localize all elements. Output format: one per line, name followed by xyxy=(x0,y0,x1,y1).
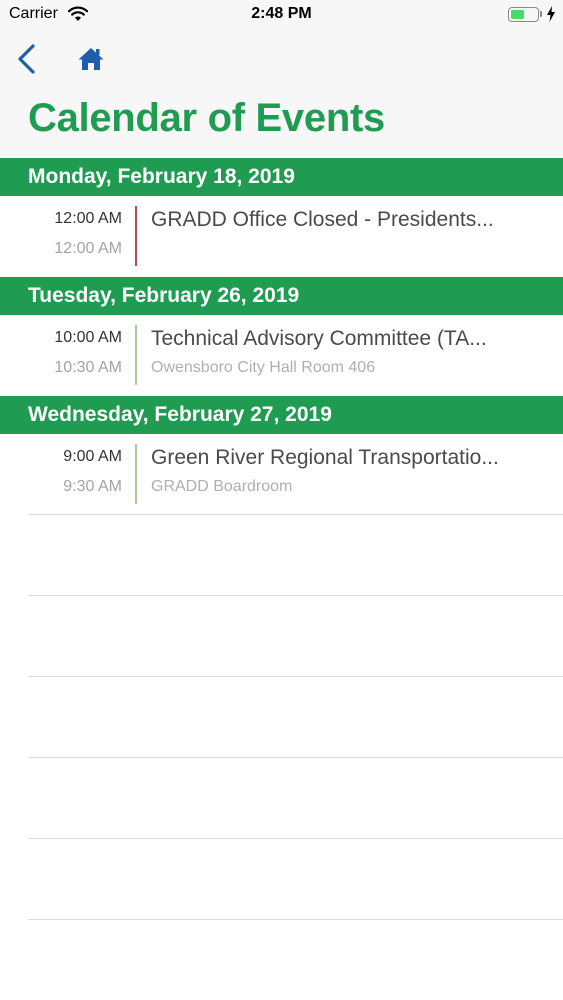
home-icon xyxy=(78,48,104,70)
event-end-time: 12:00 AM xyxy=(54,240,122,257)
event-title: Technical Advisory Committee (TA... xyxy=(151,327,487,350)
navigation-bar: Calendar of Events xyxy=(0,30,563,157)
battery-cap xyxy=(540,11,542,17)
page-title: Calendar of Events xyxy=(28,96,385,140)
event-row[interactable]: 9:00 AM 9:30 AM Green River Regional Tra… xyxy=(0,434,563,515)
event-end-time: 9:30 AM xyxy=(63,478,122,495)
battery-icon xyxy=(508,7,539,22)
event-end-time: 10:30 AM xyxy=(54,359,122,376)
battery-level-fill xyxy=(511,10,524,19)
event-start-time: 10:00 AM xyxy=(54,329,122,346)
date-section-header: Wednesday, February 27, 2019 xyxy=(0,396,563,434)
event-start-time: 9:00 AM xyxy=(63,448,122,465)
status-bar: Carrier 2:48 PM xyxy=(0,0,563,30)
chevron-left-icon xyxy=(18,44,35,74)
event-row[interactable]: 10:00 AM 10:30 AM Technical Advisory Com… xyxy=(0,315,563,396)
empty-row-separator xyxy=(28,919,563,920)
date-section-header: Tuesday, February 26, 2019 xyxy=(0,277,563,315)
event-accent-bar xyxy=(135,325,137,385)
empty-row-separator xyxy=(28,757,563,758)
home-button[interactable] xyxy=(77,46,105,72)
charging-bolt-icon xyxy=(547,6,555,22)
empty-row-separator xyxy=(28,676,563,677)
event-location: GRADD Boardroom xyxy=(151,478,293,495)
event-location: Owensboro City Hall Room 406 xyxy=(151,359,376,376)
status-time: 2:48 PM xyxy=(251,5,312,22)
event-start-time: 12:00 AM xyxy=(54,210,122,227)
event-title: GRADD Office Closed - Presidents... xyxy=(151,208,494,231)
back-button[interactable] xyxy=(12,42,42,76)
event-accent-bar xyxy=(135,444,137,504)
empty-row-separator xyxy=(28,595,563,596)
event-row[interactable]: 12:00 AM 12:00 AM GRADD Office Closed - … xyxy=(0,196,563,277)
empty-row-separator xyxy=(28,514,563,515)
empty-row-separator xyxy=(28,838,563,839)
event-accent-bar xyxy=(135,206,137,266)
date-section-header: Monday, February 18, 2019 xyxy=(0,158,563,196)
event-title: Green River Regional Transportatio... xyxy=(151,446,499,469)
